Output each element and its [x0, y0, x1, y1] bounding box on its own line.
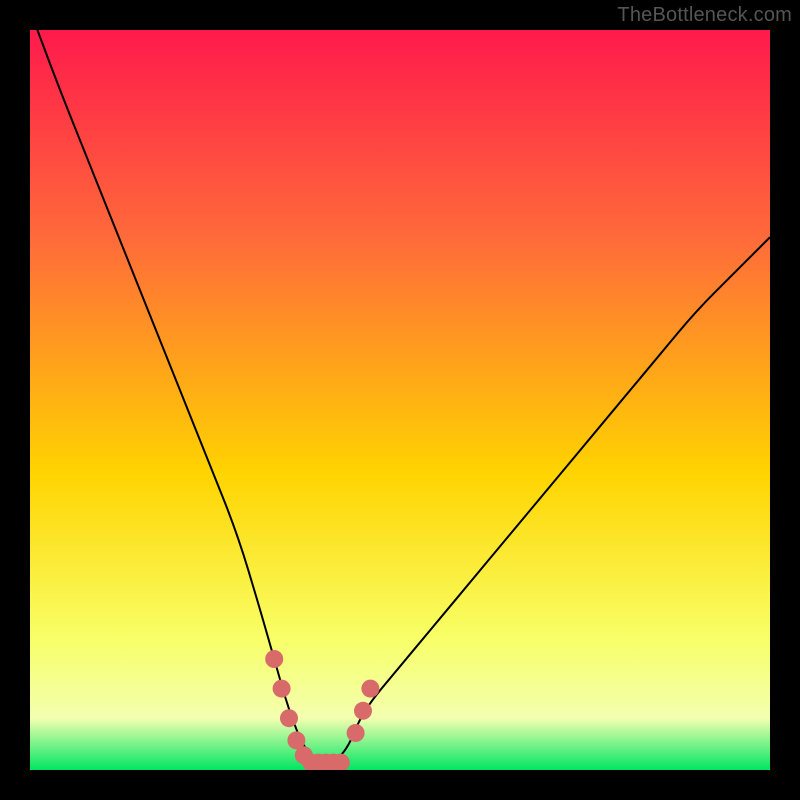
curve-marker [265, 650, 283, 668]
curve-marker [361, 680, 379, 698]
curve-markers [265, 650, 379, 770]
bottleneck-curve [37, 30, 770, 763]
watermark-text: TheBottleneck.com [617, 4, 792, 27]
curve-marker [347, 724, 365, 742]
curve-marker [273, 680, 291, 698]
curve-layer [30, 30, 770, 770]
plot-area [30, 30, 770, 770]
curve-marker [280, 709, 298, 727]
curve-marker [354, 702, 372, 720]
chart-frame: TheBottleneck.com [0, 0, 800, 800]
